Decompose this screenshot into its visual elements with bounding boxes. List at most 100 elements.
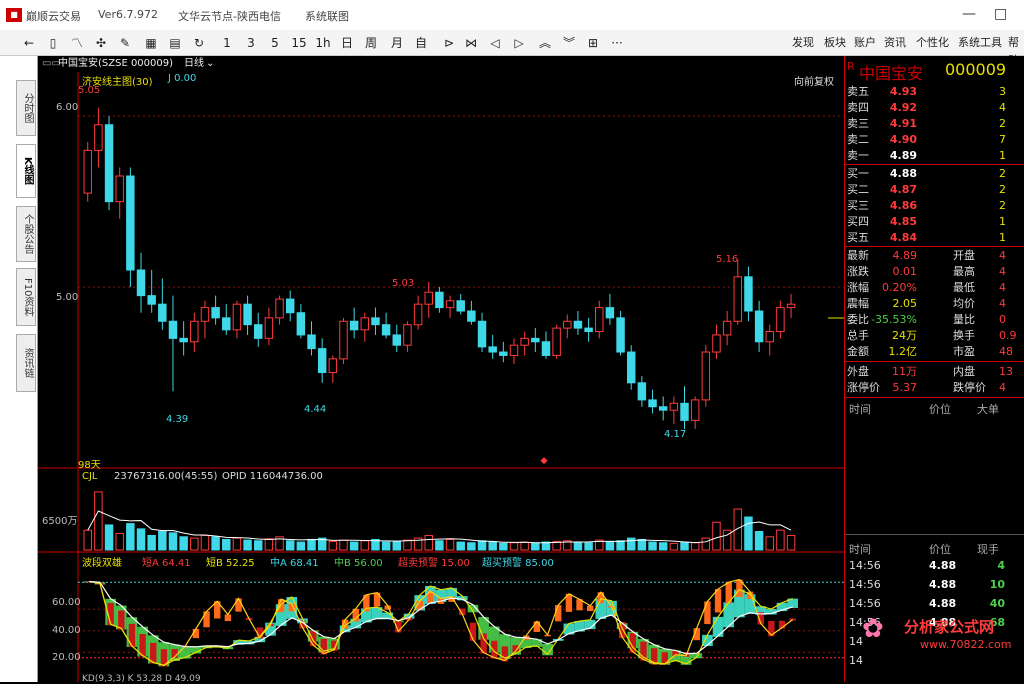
kline-chart[interactable] [38,56,844,682]
candle-body [648,399,657,408]
osc-indicator-name[interactable]: 波段双雄 [82,554,122,569]
kline-icon[interactable]: ▯ [44,34,62,52]
stat-label: 开盘 [953,249,975,262]
volume-opid: OPID 116044736.00 [222,471,323,482]
menu-item[interactable]: 账户 [854,34,876,52]
side-tab[interactable]: 资讯链 [16,334,36,392]
side-tab[interactable]: K线图 [16,144,36,198]
stat-label: 总手 [847,329,869,342]
book-row[interactable]: 买四 4.85 1 [845,214,1024,230]
volume-bar [467,542,476,551]
prev-icon[interactable]: ◁ [486,34,504,52]
system-menu[interactable]: 系统联图 [305,8,349,24]
layout-icon[interactable]: ⊞ [584,34,602,52]
compare-icon[interactable]: ⋈ [462,34,480,52]
book-row[interactable]: 卖一 4.89 1 [845,148,1024,164]
volume-indicator-name[interactable]: CJL [82,471,98,482]
book-row[interactable]: 买五 4.84 1 [845,230,1024,246]
side-tab[interactable]: 分时图 [16,80,36,136]
line-chart-icon[interactable]: 〽 [68,34,86,52]
book-row[interactable]: 买二 4.87 2 [845,182,1024,198]
tick-price: 4.88 [929,559,957,572]
period-button[interactable]: 周 [362,34,380,52]
stat-row: 涨停价 5.37 跌停价 4 [845,380,1024,396]
draw-tool-icon[interactable]: ✎ [116,34,134,52]
volume-bar [626,537,636,551]
stat-value: 1.2亿 [888,345,918,358]
stat-value: 24万 [892,329,917,342]
menu-item[interactable]: 资讯 [884,34,906,52]
crosshair-icon[interactable]: ✣ [92,34,110,52]
divider [845,164,1024,165]
book-price: 4.92 [889,101,917,114]
candle-body [254,324,263,339]
volume-bar [584,542,593,551]
volume-bar [285,540,295,551]
book-row[interactable]: 卖四 4.92 4 [845,100,1024,116]
next-icon[interactable]: ▷ [510,34,528,52]
period-button[interactable]: 月 [388,34,406,52]
candle-body [360,317,370,331]
osc-value: 短B 52.25 [206,558,255,569]
chevron-up-icon[interactable]: ︽ [536,34,554,52]
book-row[interactable]: 卖二 4.90 7 [845,132,1024,148]
candle-body [243,303,252,326]
bottom-indicator[interactable]: KD(9,3,3) K 53.28 D 49.09 [82,674,201,684]
volume-bar [243,539,252,551]
volume-bar [158,531,167,551]
candle-body [509,344,519,356]
candle-body [488,346,497,353]
stat-row: 最新 4.89 开盘 4 [845,248,1024,264]
menu-item[interactable]: 个性化 [916,34,949,52]
maximize-button[interactable]: □ [994,6,1007,22]
tick-time: 14:56 [849,559,881,572]
book-price: 4.90 [889,133,917,146]
app-logo-icon: ■ [6,8,22,22]
osc-fast-bar [704,601,711,625]
book-row[interactable]: 买三 4.86 2 [845,198,1024,214]
chevron-down-icon[interactable]: ︾ [560,34,578,52]
volume-bar [509,542,519,551]
menu-item[interactable]: 系统工具 [958,34,1002,52]
save-icon[interactable]: ▤ [166,34,184,52]
period-button[interactable]: 3 [242,34,260,52]
stat-label: 最高 [953,265,975,278]
period-button[interactable]: 1h [314,34,332,52]
volume-bar [94,491,103,551]
osc-ribbon [712,616,724,637]
back-arrow-icon[interactable]: ← [20,34,38,52]
stat-label: 内盘 [953,365,975,378]
side-tab[interactable]: F10资料 [16,268,36,326]
period-button[interactable]: 日 [338,34,356,52]
book-volume: 1 [999,149,1006,162]
minimize-button[interactable]: — [962,6,976,22]
osc-fast-bar [118,610,125,630]
menu-item[interactable]: 板块 [824,34,846,52]
period-button[interactable]: 15 [290,34,308,52]
period-button[interactable]: 自 [412,34,430,52]
book-row[interactable]: 买一 4.88 2 [845,166,1024,182]
grid-icon[interactable]: ▦ [142,34,160,52]
osc-value: 中A 68.41 [270,558,319,569]
book-row[interactable]: 卖三 4.91 2 [845,116,1024,132]
bookmark-icon[interactable]: ⊳ [440,34,458,52]
refresh-icon[interactable]: ↻ [190,34,208,52]
volume-axis-label: 6500万 [42,516,78,527]
menu-item[interactable]: 发现 [792,34,814,52]
volume-bar [456,541,465,551]
book-row[interactable]: 卖五 4.93 3 [845,84,1024,100]
volume-bar [424,534,433,551]
watermark-text: 分析家公式网 [904,618,995,636]
book-label: 卖五 [847,85,869,98]
osc-value: 超买预警 85.00 [482,558,554,569]
column-header: 时间 [849,543,871,556]
server-node[interactable]: 文华云节点-陕西电信 [178,8,281,24]
volume-bar [445,538,455,551]
more-icon[interactable]: ··· [608,34,626,52]
side-tab[interactable]: 个股公告 [16,206,36,262]
period-button[interactable]: 1 [218,34,236,52]
column-header: 现手 [977,543,999,556]
period-button[interactable]: 5 [266,34,284,52]
book-label: 卖一 [847,149,869,162]
volume-bar [83,529,92,551]
